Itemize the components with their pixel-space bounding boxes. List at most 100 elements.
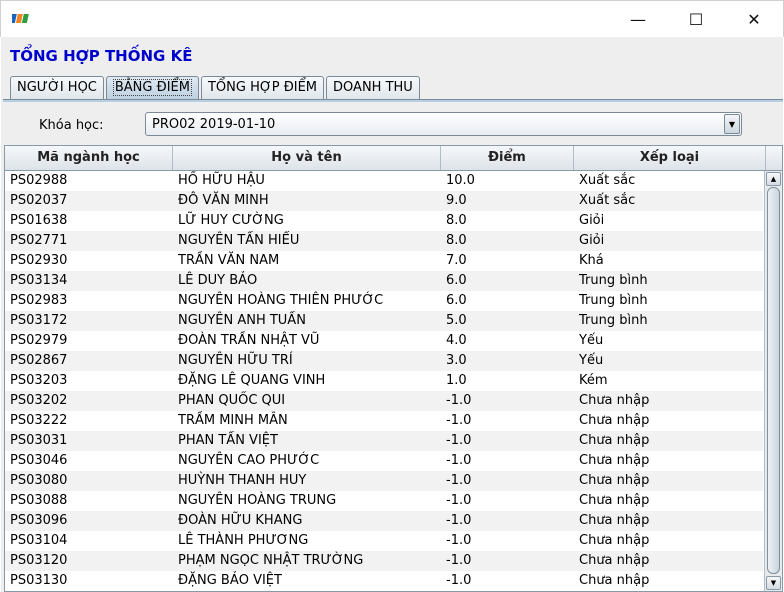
table-row[interactable]: PS03031 PHAN TẤN VIỆT -1.0 Chưa nhập <box>5 431 763 451</box>
cell-rank: Chưa nhập <box>579 453 650 468</box>
cell-score: 8.0 <box>446 233 467 248</box>
course-label: Khóa học: <box>39 118 104 133</box>
cell-major-code: PS02983 <box>10 293 68 308</box>
course-select[interactable]: PRO02 2019-01-10 ▼ <box>145 112 742 136</box>
table-row[interactable]: PS02983 NGUYỄN HOÀNG THIÊN PHƯỚC 6.0 Trung … <box>5 291 763 311</box>
cell-full-name: NGUYỄN HOÀNG TRUNG <box>178 493 337 508</box>
cell-major-code: PS03222 <box>10 413 68 428</box>
table-row[interactable]: PS03088 NGUYỄN HOÀNG TRUNG -1.0 Chưa nhập <box>5 491 763 511</box>
table-row[interactable]: PS03222 TRẦM MINH MẪN -1.0 Chưa nhập <box>5 411 763 431</box>
cell-rank: Giỏi <box>579 233 605 248</box>
cell-score: -1.0 <box>446 513 472 528</box>
cell-score: -1.0 <box>446 453 472 468</box>
cell-score: -1.0 <box>446 493 472 508</box>
cell-rank: Chưa nhập <box>579 413 650 428</box>
cell-full-name: NGUYỄN CAO PHƯỚC <box>178 453 320 468</box>
cell-rank: Trung bình <box>579 273 648 288</box>
cell-score: 7.0 <box>446 253 467 268</box>
title-bar: — ☐ ✕ <box>0 0 784 37</box>
table-row[interactable]: PS03096 ĐOÀN HỮU KHANG -1.0 Chưa nhập <box>5 511 763 531</box>
cell-score: -1.0 <box>446 473 472 488</box>
cell-rank: Trung bình <box>579 313 648 328</box>
cell-score: -1.0 <box>446 393 472 408</box>
cell-score: 3.0 <box>446 353 467 368</box>
vertical-scrollbar[interactable]: ▲ ▼ <box>764 171 782 591</box>
cell-full-name: LỮ HUY CƯỜNG <box>178 213 284 228</box>
table-row[interactable]: PS03046 NGUYỄN CAO PHƯỚC -1.0 Chưa nhập <box>5 451 763 471</box>
table-row[interactable]: PS02037 ĐỖ VĂN MINH 9.0 Xuất sắc <box>5 191 763 211</box>
cell-full-name: ĐẶNG BẢO VIỆT <box>178 573 282 588</box>
cell-major-code: PS03096 <box>10 513 68 528</box>
tab-content-border <box>3 99 783 102</box>
cell-major-code: PS02867 <box>10 353 68 368</box>
cell-major-code: PS03130 <box>10 573 68 588</box>
maximize-button[interactable]: ☐ <box>667 1 725 37</box>
tab-doanh-thu[interactable]: DOANH THU <box>326 76 420 100</box>
cell-score: 6.0 <box>446 273 467 288</box>
tab-tong-hop-diem[interactable]: TỔNG HỢP ĐIỂM <box>200 76 325 100</box>
tab-bang-diem[interactable]: BẢNG ĐIỂM <box>105 76 199 100</box>
cell-rank: Chưa nhập <box>579 473 650 488</box>
cell-full-name: TRẦM MINH MẪN <box>178 413 288 428</box>
table-body: PS02988 HỒ HỮU HẬU 10.0 Xuất sắc PS02037 ĐỖ V… <box>5 171 763 591</box>
table-row[interactable]: PS03130 ĐẶNG BẢO VIỆT -1.0 Chưa nhập <box>5 571 763 591</box>
cell-major-code: PS02988 <box>10 173 68 188</box>
cell-score: 4.0 <box>446 333 467 348</box>
table-row[interactable]: PS03120 PHẠM NGỌC NHẬT TRƯỜNG -1.0 Chưa nhậ… <box>5 551 763 571</box>
scrollbar-thumb[interactable] <box>767 187 780 574</box>
cell-full-name: PHẠM NGỌC NHẬT TRƯỜNG <box>178 553 364 568</box>
table-row[interactable]: PS02930 TRẦN VĂN NAM 7.0 Khá <box>5 251 763 271</box>
tab-nguoi-hoc[interactable]: NGƯỜI HỌC <box>10 76 104 100</box>
table-row[interactable]: PS03203 ĐẶNG LÊ QUANG VINH 1.0 Kém <box>5 371 763 391</box>
tab-label: BẢNG ĐIỂM <box>112 79 192 96</box>
cell-full-name: HUỲNH THANH HUY <box>178 473 307 488</box>
cell-full-name: PHAN TẤN VIỆT <box>178 433 278 448</box>
column-header-major-code[interactable]: Mã ngành học <box>5 146 173 170</box>
column-header-full-name[interactable]: Họ và tên <box>173 146 441 170</box>
column-header-score[interactable]: Điểm <box>441 146 574 170</box>
cell-rank: Chưa nhập <box>579 493 650 508</box>
cell-rank: Khá <box>579 253 604 268</box>
page-title: TỔNG HỢP THỐNG KÊ <box>10 47 193 65</box>
table-row[interactable]: PS02979 ĐOÀN TRẦN NHẬT VŨ 4.0 Yếu <box>5 331 763 351</box>
cell-full-name: NGUYỄN HOÀNG THIÊN PHƯỚC <box>178 293 384 308</box>
table-header: Mã ngành học Họ và tên Điểm Xếp loại <box>5 146 782 171</box>
scroll-down-icon[interactable]: ▼ <box>766 576 781 590</box>
minimize-button[interactable]: — <box>609 1 667 37</box>
cell-full-name: LÊ DUY BẢO <box>178 273 258 288</box>
table-row[interactable]: PS02867 NGUYỄN HỮU TRÍ 3.0 Yếu <box>5 351 763 371</box>
cell-major-code: PS03088 <box>10 493 68 508</box>
cell-major-code: PS03120 <box>10 553 68 568</box>
table-row[interactable]: PS03080 HUỲNH THANH HUY -1.0 Chưa nhập <box>5 471 763 491</box>
cell-rank: Trung bình <box>579 293 648 308</box>
cell-score: -1.0 <box>446 573 472 588</box>
table-row[interactable]: PS02988 HỒ HỮU HẬU 10.0 Xuất sắc <box>5 171 763 191</box>
cell-full-name: TRẦN VĂN NAM <box>178 253 280 268</box>
cell-major-code: PS03031 <box>10 433 68 448</box>
scroll-up-icon[interactable]: ▲ <box>766 172 781 186</box>
cell-rank: Xuất sắc <box>579 193 636 208</box>
cell-full-name: ĐOÀN HỮU KHANG <box>178 513 303 528</box>
cell-score: -1.0 <box>446 553 472 568</box>
table-row[interactable]: PS03134 LÊ DUY BẢO 6.0 Trung bình <box>5 271 763 291</box>
cell-rank: Kém <box>579 373 608 388</box>
tab-label: NGƯỜI HỌC <box>17 80 97 95</box>
table-row[interactable]: PS01638 LỮ HUY CƯỜNG 8.0 Giỏi <box>5 211 763 231</box>
table-row[interactable]: PS03202 PHAN QUỐC QUI -1.0 Chưa nhập <box>5 391 763 411</box>
cell-score: -1.0 <box>446 533 472 548</box>
tab-label: DOANH THU <box>333 80 413 95</box>
table-row[interactable]: PS02771 NGUYỄN TẤN HIẾU 8.0 Giỏi <box>5 231 763 251</box>
cell-major-code: PS03202 <box>10 393 68 408</box>
chevron-down-icon[interactable]: ▼ <box>724 114 740 134</box>
cell-full-name: ĐẶNG LÊ QUANG VINH <box>178 373 326 388</box>
table-row[interactable]: PS03172 NGUYỄN ANH TUẤN 5.0 Trung bình <box>5 311 763 331</box>
column-header-rank[interactable]: Xếp loại <box>574 146 766 170</box>
cell-major-code: PS03080 <box>10 473 68 488</box>
table-row[interactable]: PS03104 LÊ THÀNH PHƯƠNG -1.0 Chưa nhập <box>5 531 763 551</box>
cell-score: 1.0 <box>446 373 467 388</box>
cell-score: 5.0 <box>446 313 467 328</box>
cell-full-name: ĐOÀN TRẦN NHẬT VŨ <box>178 333 320 348</box>
cell-score: 8.0 <box>446 213 467 228</box>
close-button[interactable]: ✕ <box>725 1 783 37</box>
cell-rank: Chưa nhập <box>579 513 650 528</box>
